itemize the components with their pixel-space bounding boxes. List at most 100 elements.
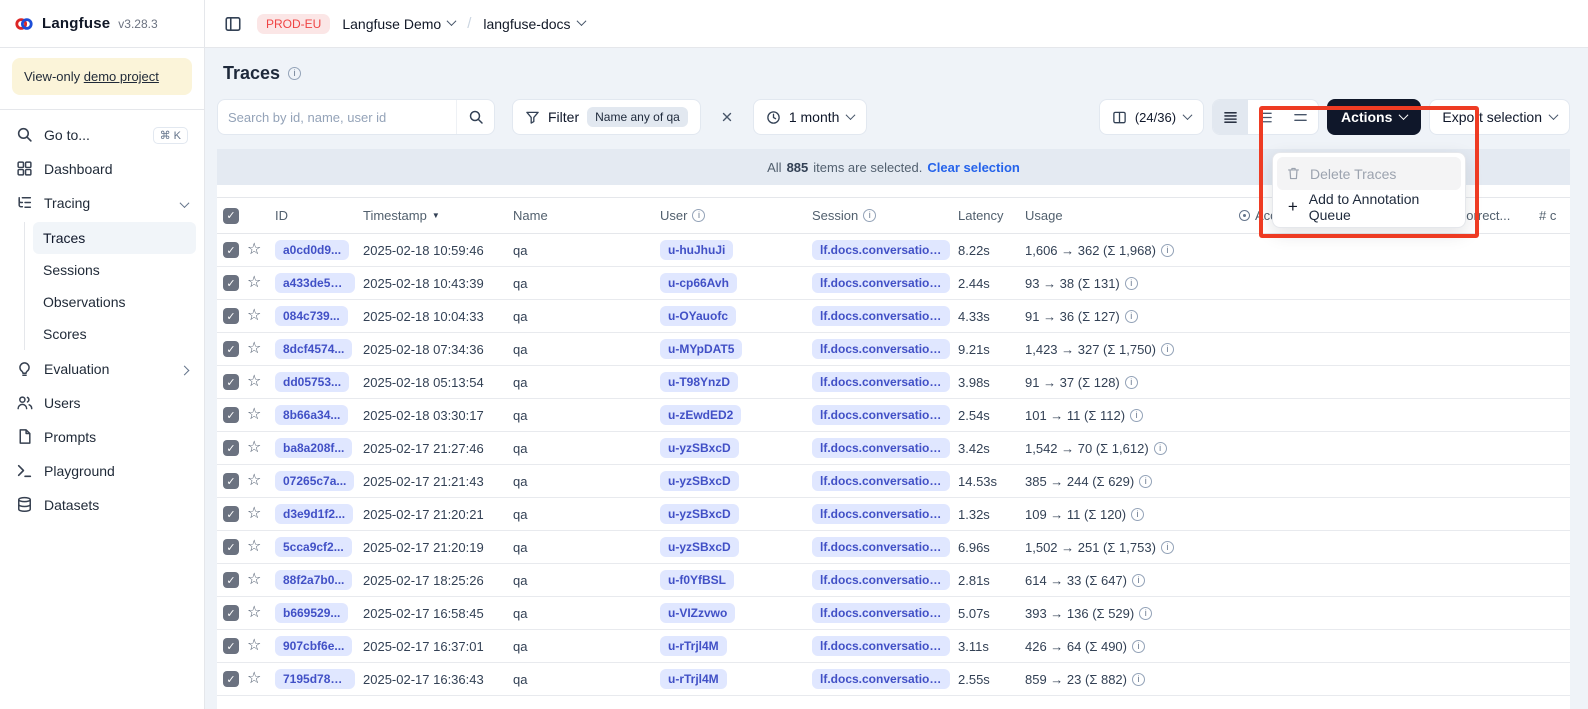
session-id-badge[interactable]: lf.docs.conversation... xyxy=(812,603,950,623)
sidebar-item-sessions[interactable]: Sessions xyxy=(33,254,196,286)
row-height-small-icon[interactable] xyxy=(1213,100,1248,134)
demo-project-link[interactable]: demo project xyxy=(84,69,159,84)
row-checkbox[interactable]: ✓ xyxy=(223,638,239,654)
sidebar-item-evaluation[interactable]: Evaluation xyxy=(8,352,196,386)
column-header-timestamp[interactable]: Timestamp▼ xyxy=(363,208,513,223)
info-icon[interactable]: i xyxy=(1125,277,1138,290)
sidebar-item-prompts[interactable]: Prompts xyxy=(8,420,196,454)
row-checkbox[interactable]: ✓ xyxy=(223,605,239,621)
info-icon[interactable]: i xyxy=(1125,376,1138,389)
star-icon[interactable]: ☆ xyxy=(247,374,261,390)
info-icon[interactable]: i xyxy=(1161,244,1174,257)
sidebar-item-dashboard[interactable]: Dashboard xyxy=(8,152,196,186)
star-icon[interactable]: ☆ xyxy=(247,638,261,654)
column-header-c[interactable]: # c xyxy=(1539,208,1570,223)
table-row[interactable]: ✓☆907cbf6e...2025-02-17 16:37:01qau-rTrj… xyxy=(217,630,1570,663)
organization-switcher[interactable]: Langfuse Demo xyxy=(342,16,455,32)
sidebar-toggle-icon[interactable] xyxy=(221,12,245,36)
row-checkbox[interactable]: ✓ xyxy=(223,341,239,357)
row-checkbox[interactable]: ✓ xyxy=(223,242,239,258)
trace-id-badge[interactable]: 07265c7a... xyxy=(275,471,354,491)
sidebar-item-tracing[interactable]: Tracing xyxy=(8,186,196,220)
info-icon[interactable]: i xyxy=(1131,508,1144,521)
trace-id-badge[interactable]: 907cbf6e... xyxy=(275,636,352,656)
project-switcher[interactable]: langfuse-docs xyxy=(483,16,584,32)
session-id-badge[interactable]: lf.docs.conversation... xyxy=(812,471,950,491)
menu-item-add-to-annotation-queue[interactable]: + Add to Annotation Queue xyxy=(1277,190,1461,223)
user-id-badge[interactable]: u-VIZzvwo xyxy=(660,603,735,623)
user-id-badge[interactable]: u-cp66Avh xyxy=(660,273,737,293)
column-header-user[interactable]: Useri xyxy=(660,208,812,223)
filter-button[interactable]: Filter Name any of qa xyxy=(512,99,701,135)
select-all-checkbox[interactable]: ✓ xyxy=(223,208,239,224)
table-row[interactable]: ✓☆07265c7a...2025-02-17 21:21:43qau-yzSB… xyxy=(217,465,1570,498)
star-icon[interactable]: ☆ xyxy=(247,473,261,489)
table-row[interactable]: ✓☆b669529...2025-02-17 16:58:45qau-VIZzv… xyxy=(217,597,1570,630)
clear-selection-link[interactable]: Clear selection xyxy=(927,160,1020,175)
user-id-badge[interactable]: u-huJhuJi xyxy=(660,240,733,260)
session-id-badge[interactable]: lf.docs.conversation... xyxy=(812,372,950,392)
session-id-badge[interactable]: lf.docs.conversation... xyxy=(812,669,950,689)
search-input[interactable] xyxy=(218,110,456,125)
column-header-latency[interactable]: Latency xyxy=(958,208,1025,223)
star-icon[interactable]: ☆ xyxy=(247,407,261,423)
table-row[interactable]: ✓☆7195d78e...2025-02-17 16:36:43qau-rTrj… xyxy=(217,663,1570,696)
info-icon[interactable]: i xyxy=(1130,409,1143,422)
info-icon[interactable]: i xyxy=(1139,607,1152,620)
column-visibility-button[interactable]: (24/36) xyxy=(1099,99,1204,135)
row-checkbox[interactable]: ✓ xyxy=(223,572,239,588)
sidebar-item-datasets[interactable]: Datasets xyxy=(8,488,196,522)
sidebar-item-traces[interactable]: Traces xyxy=(33,222,196,254)
row-checkbox[interactable]: ✓ xyxy=(223,671,239,687)
row-checkbox[interactable]: ✓ xyxy=(223,539,239,555)
table-row[interactable]: ✓☆8b66a34...2025-02-18 03:30:17qau-zEwdE… xyxy=(217,399,1570,432)
trace-id-badge[interactable]: a0cd0d9... xyxy=(275,240,349,260)
table-row[interactable]: ✓☆5cca9cf2...2025-02-17 21:20:19qau-yzSB… xyxy=(217,531,1570,564)
session-id-badge[interactable]: lf.docs.conversation... xyxy=(812,339,950,359)
clear-filter-icon[interactable] xyxy=(713,103,741,131)
row-checkbox[interactable]: ✓ xyxy=(223,308,239,324)
trace-id-badge[interactable]: 8dcf4574... xyxy=(275,339,352,359)
sidebar-item-users[interactable]: Users xyxy=(8,386,196,420)
session-id-badge[interactable]: lf.docs.conversation... xyxy=(812,273,950,293)
user-id-badge[interactable]: u-yzSBxcD xyxy=(660,504,739,524)
actions-button[interactable]: Actions xyxy=(1327,99,1421,135)
user-id-badge[interactable]: u-rTrjl4M xyxy=(660,636,727,656)
trace-id-badge[interactable]: ba8a208f... xyxy=(275,438,352,458)
sidebar-item-playground[interactable]: Playground xyxy=(8,454,196,488)
table-row[interactable]: ✓☆d3e9d1f2...2025-02-17 21:20:21qau-yzSB… xyxy=(217,498,1570,531)
sidebar-item-scores[interactable]: Scores xyxy=(33,318,196,350)
time-range-button[interactable]: 1 month xyxy=(753,99,868,135)
sidebar-item-observations[interactable]: Observations xyxy=(33,286,196,318)
star-icon[interactable]: ☆ xyxy=(247,308,261,324)
star-icon[interactable]: ☆ xyxy=(247,671,261,687)
column-header-id[interactable]: ID xyxy=(275,208,363,223)
trace-id-badge[interactable]: a433de51... xyxy=(275,273,355,293)
star-icon[interactable]: ☆ xyxy=(247,539,261,555)
user-id-badge[interactable]: u-T98YnzD xyxy=(660,372,738,392)
row-checkbox[interactable]: ✓ xyxy=(223,473,239,489)
info-icon[interactable]: i xyxy=(1161,343,1174,356)
trace-id-badge[interactable]: 5cca9cf2... xyxy=(275,537,352,557)
info-icon[interactable]: i xyxy=(1132,640,1145,653)
star-icon[interactable]: ☆ xyxy=(247,572,261,588)
session-id-badge[interactable]: lf.docs.conversation... xyxy=(812,537,950,557)
column-header-name[interactable]: Name xyxy=(513,208,660,223)
trace-id-badge[interactable]: 88f2a7b0... xyxy=(275,570,352,590)
trace-id-badge[interactable]: 7195d78e... xyxy=(275,669,355,689)
star-icon[interactable]: ☆ xyxy=(247,275,261,291)
trace-id-badge[interactable]: 084c739... xyxy=(275,306,348,326)
user-id-badge[interactable]: u-rTrjl4M xyxy=(660,669,727,689)
star-icon[interactable]: ☆ xyxy=(247,341,261,357)
info-icon[interactable]: i xyxy=(1154,442,1167,455)
trace-id-badge[interactable]: d3e9d1f2... xyxy=(275,504,353,524)
session-id-badge[interactable]: lf.docs.conversation... xyxy=(812,306,950,326)
trace-id-badge[interactable]: dd05753... xyxy=(275,372,349,392)
info-icon[interactable]: i xyxy=(1132,574,1145,587)
star-icon[interactable]: ☆ xyxy=(247,440,261,456)
info-icon[interactable]: i xyxy=(1161,541,1174,554)
user-id-badge[interactable]: u-OYauofc xyxy=(660,306,736,326)
column-header-session[interactable]: Sessioni xyxy=(812,208,958,223)
trace-id-badge[interactable]: 8b66a34... xyxy=(275,405,348,425)
column-header-usage[interactable]: Usage xyxy=(1025,208,1239,223)
